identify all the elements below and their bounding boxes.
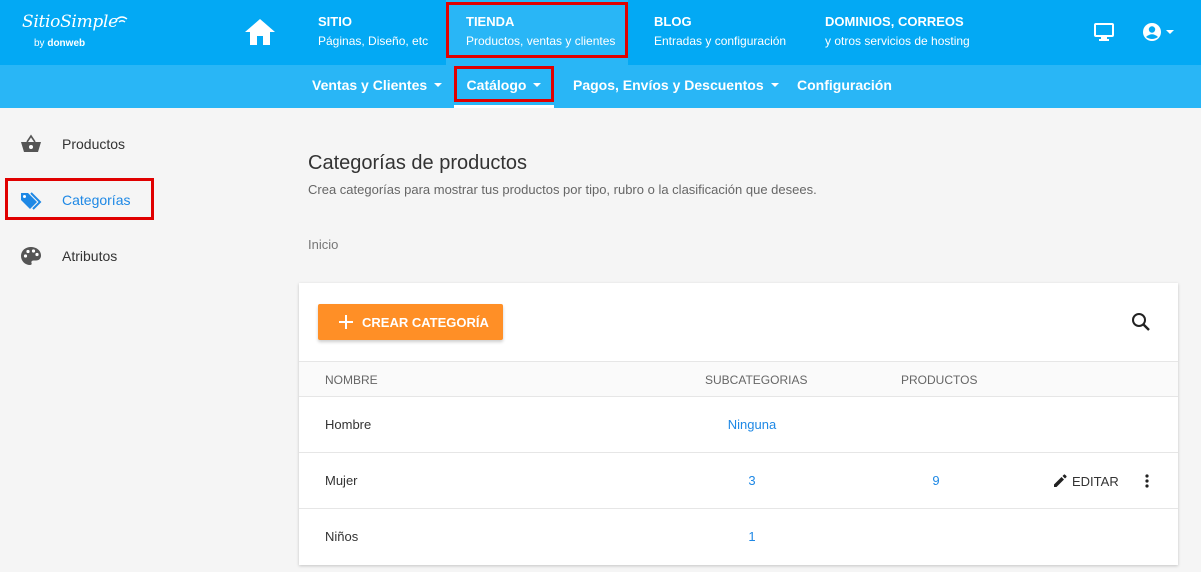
plus-icon	[339, 315, 353, 329]
sidebar-item-label: Productos	[62, 136, 126, 152]
column-header-subcategorias: SUBCATEGORIAS	[705, 373, 808, 387]
category-name: Hombre	[325, 417, 372, 432]
products-link[interactable]: 9	[896, 473, 976, 488]
sidebar-item-atributos[interactable]: Atributos	[0, 236, 250, 276]
category-name: Niños	[325, 529, 359, 544]
monitor-icon	[1094, 23, 1114, 41]
create-category-button[interactable]: CREAR CATEGORÍA	[318, 304, 503, 340]
table-header: NOMBRE SUBCATEGORIAS PRODUCTOS	[299, 361, 1178, 397]
preview-site-button[interactable]	[1093, 22, 1115, 42]
subcategories-link[interactable]: 3	[692, 473, 812, 488]
table-row[interactable]: Hombre Ninguna	[299, 397, 1178, 453]
topnav-sitio-title: SITIO	[318, 14, 352, 29]
caret-down-icon	[434, 83, 443, 88]
account-menu-button[interactable]	[1141, 21, 1177, 43]
table-row[interactable]: Mujer 3 9 EDITAR	[299, 453, 1178, 509]
subnav-config-label: Configuración	[797, 77, 892, 93]
search-icon	[1132, 313, 1150, 331]
caret-down-icon	[533, 83, 542, 88]
subnav-ventas-clientes[interactable]: Ventas y Clientes	[312, 65, 443, 108]
subnav-catalogo-label: Catálogo	[466, 77, 527, 93]
topnav-blog-title: BLOG	[654, 14, 692, 29]
sitiosimple-logo[interactable]: SitioSimple by donweb	[22, 12, 128, 52]
breadcrumb[interactable]: Inicio	[308, 237, 338, 252]
topnav-dominios-title: DOMINIOS, CORREOS	[825, 14, 964, 29]
sidebar-item-productos[interactable]: Productos	[0, 124, 250, 164]
edit-label: EDITAR	[1072, 474, 1119, 489]
basket-icon	[21, 134, 41, 152]
search-button[interactable]	[1130, 311, 1152, 333]
palette-icon	[21, 247, 41, 265]
logo-byline: by donweb	[34, 38, 86, 49]
topnav-blog-subtitle: Entradas y configuración	[654, 34, 787, 48]
chevron-down-icon	[1166, 30, 1174, 34]
page-description: Crea categorías para mostrar tus product…	[308, 182, 817, 197]
subnav-ventas-label: Ventas y Clientes	[312, 77, 428, 93]
subnav-configuracion[interactable]: Configuración	[797, 65, 892, 108]
topnav-tienda-subtitle: Productos, ventas y clientes	[466, 34, 616, 48]
sub-nav-bar: Ventas y Clientes Catálogo Pagos, Envíos…	[0, 65, 1201, 108]
top-bar: SitioSimple by donweb SITIO Páginas, Dis…	[0, 0, 1201, 65]
account-circle-icon	[1143, 23, 1161, 41]
subnav-pagos-envios[interactable]: Pagos, Envíos y Descuentos	[573, 65, 779, 108]
sidebar-item-label: Categorías	[62, 192, 131, 208]
table-row[interactable]: Niños 1	[299, 509, 1178, 565]
subcategories-link[interactable]: Ninguna	[692, 417, 812, 432]
topnav-blog[interactable]: BLOG Entradas y configuración	[654, 0, 804, 65]
logo-wordmark: SitioSimple	[22, 12, 118, 32]
more-options-button[interactable]	[1139, 471, 1155, 491]
home-button[interactable]	[242, 16, 278, 48]
subcategories-link[interactable]: 1	[692, 529, 812, 544]
category-name: Mujer	[325, 473, 358, 488]
topnav-dominios-subtitle: y otros servicios de hosting	[825, 34, 970, 48]
topnav-sitio-subtitle: Páginas, Diseño, etc	[318, 34, 429, 48]
subnav-pagos-label: Pagos, Envíos y Descuentos	[573, 77, 764, 93]
column-header-productos: PRODUCTOS	[901, 373, 978, 387]
more-vert-icon	[1145, 474, 1149, 488]
column-header-nombre: NOMBRE	[325, 373, 378, 387]
home-icon	[245, 19, 275, 45]
sidebar-item-categorias[interactable]: Categorías	[0, 180, 250, 220]
pencil-icon	[1054, 474, 1067, 487]
create-category-label: CREAR CATEGORÍA	[362, 315, 489, 330]
categories-card: CREAR CATEGORÍA NOMBRE SUBCATEGORIAS PRO…	[299, 283, 1178, 565]
edit-button[interactable]: EDITAR	[1052, 471, 1120, 491]
page-title: Categorías de productos	[308, 152, 528, 174]
tags-icon	[21, 192, 42, 210]
logo-signal-icon	[116, 16, 128, 23]
topnav-sitio[interactable]: SITIO Páginas, Diseño, etc	[318, 0, 438, 65]
topnav-dominios[interactable]: DOMINIOS, CORREOS y otros servicios de h…	[825, 0, 995, 65]
caret-down-icon	[770, 83, 779, 88]
subnav-catalogo[interactable]: Catálogo	[454, 65, 554, 108]
sidebar-item-label: Atributos	[62, 248, 118, 264]
topnav-tienda[interactable]: TIENDA Productos, ventas y clientes	[446, 0, 628, 65]
topnav-tienda-title: TIENDA	[466, 14, 515, 29]
